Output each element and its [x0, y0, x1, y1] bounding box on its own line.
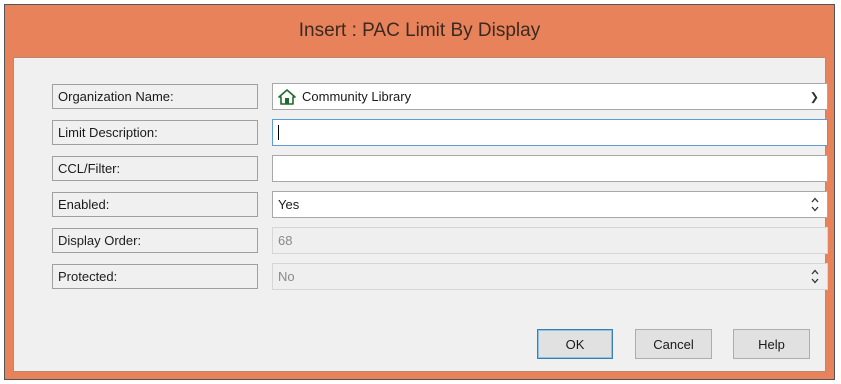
protected-spinner: No [272, 263, 828, 290]
ok-button[interactable]: OK [537, 329, 613, 359]
enabled-spinner[interactable]: Yes [272, 191, 828, 218]
up-down-spinner-icon [811, 269, 819, 284]
house-icon [278, 88, 296, 105]
ccl-filter-input[interactable] [272, 155, 828, 182]
insert-dialog: Insert : PAC Limit By Display Organizati… [4, 4, 835, 380]
ccl-filter-label: CCL/Filter: [52, 156, 258, 181]
enabled-value: Yes [278, 197, 300, 212]
help-button[interactable]: Help [733, 329, 810, 359]
dialog-client-area: Organization Name: Community Library ❯ L… [13, 57, 828, 372]
protected-label: Protected: [52, 264, 258, 289]
limit-description-label: Limit Description: [52, 120, 258, 145]
dialog-title: Insert : PAC Limit By Display [298, 20, 541, 41]
cancel-button[interactable]: Cancel [635, 329, 712, 359]
organization-name-label: Organization Name: [52, 84, 258, 109]
chevron-down-icon[interactable]: ❯ [810, 90, 819, 103]
text-caret [278, 125, 279, 140]
display-order-value: 68 [278, 233, 293, 248]
limit-description-input[interactable] [272, 119, 828, 146]
display-order-label: Display Order: [52, 228, 258, 253]
organization-name-combobox[interactable]: Community Library ❯ [272, 83, 828, 110]
enabled-label: Enabled: [52, 192, 258, 217]
display-order-input: 68 [272, 227, 828, 254]
protected-value: No [278, 269, 295, 284]
organization-name-value: Community Library [302, 89, 412, 104]
up-down-spinner-icon[interactable] [810, 195, 820, 214]
dialog-title-bar: Insert : PAC Limit By Display [5, 5, 834, 57]
